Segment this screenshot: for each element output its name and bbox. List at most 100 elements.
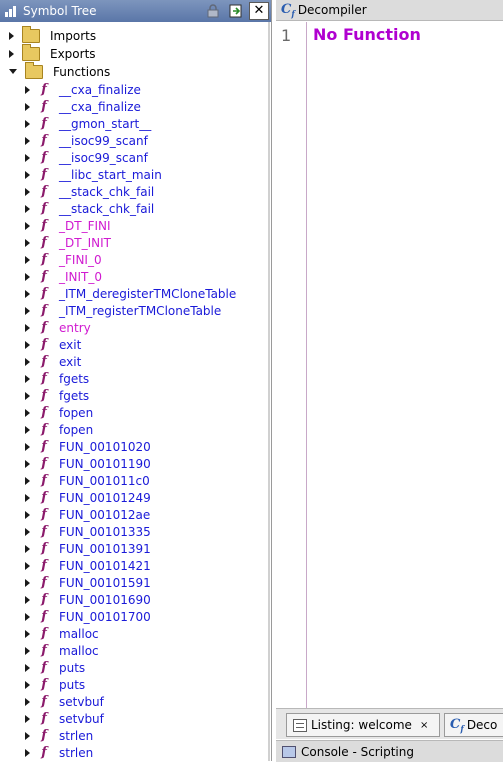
function-item[interactable]: f __stack_chk_fail: [0, 183, 154, 200]
function-item[interactable]: f fopen: [0, 404, 93, 421]
export-icon[interactable]: [226, 2, 246, 20]
collapsed-arrow-icon[interactable]: [25, 187, 30, 196]
expanded-arrow-icon[interactable]: [9, 69, 17, 74]
collapsed-arrow-icon[interactable]: [9, 49, 14, 58]
function-item[interactable]: f _ITM_registerTMCloneTable: [0, 302, 221, 319]
function-item[interactable]: f FUN_00101020: [0, 438, 151, 455]
collapsed-arrow-icon[interactable]: [25, 170, 30, 179]
function-item[interactable]: f fgets: [0, 387, 89, 404]
function-item[interactable]: f strlen: [0, 727, 93, 744]
collapsed-arrow-icon[interactable]: [25, 493, 30, 502]
function-item[interactable]: f _DT_INIT: [0, 234, 111, 251]
tree-category-label: Exports: [50, 46, 96, 61]
collapsed-arrow-icon[interactable]: [25, 561, 30, 570]
function-item[interactable]: f FUN_00101591: [0, 574, 151, 591]
collapsed-arrow-icon[interactable]: [25, 255, 30, 264]
lock-icon[interactable]: [203, 2, 223, 20]
collapsed-arrow-icon[interactable]: [25, 391, 30, 400]
tree-category-imports[interactable]: Imports: [0, 25, 96, 44]
function-item[interactable]: f __cxa_finalize: [0, 98, 141, 115]
function-label: _FINI_0: [59, 252, 102, 267]
collapsed-arrow-icon[interactable]: [25, 357, 30, 366]
collapsed-arrow-icon[interactable]: [25, 425, 30, 434]
function-item[interactable]: f strlen: [0, 744, 93, 761]
tab-decompiler[interactable]: Cf Deco: [444, 713, 503, 737]
collapsed-arrow-icon[interactable]: [25, 408, 30, 417]
collapsed-arrow-icon[interactable]: [25, 374, 30, 383]
tree-category-functions[interactable]: Functions: [0, 61, 110, 80]
function-item[interactable]: f _FINI_0: [0, 251, 102, 268]
function-item[interactable]: f fgets: [0, 370, 89, 387]
collapsed-arrow-icon[interactable]: [9, 31, 14, 40]
function-item[interactable]: f FUN_00101391: [0, 540, 151, 557]
collapsed-arrow-icon[interactable]: [25, 119, 30, 128]
function-item[interactable]: f fopen: [0, 421, 93, 438]
tab-close-icon[interactable]: ×: [420, 720, 428, 731]
function-item[interactable]: f FUN_00101335: [0, 523, 151, 540]
function-item[interactable]: f FUN_001011c0: [0, 472, 150, 489]
collapsed-arrow-icon[interactable]: [25, 578, 30, 587]
collapsed-arrow-icon[interactable]: [25, 102, 30, 111]
collapsed-arrow-icon[interactable]: [25, 748, 30, 757]
collapsed-arrow-icon[interactable]: [25, 289, 30, 298]
collapsed-arrow-icon[interactable]: [25, 306, 30, 315]
collapsed-arrow-icon[interactable]: [25, 136, 30, 145]
collapsed-arrow-icon[interactable]: [25, 85, 30, 94]
function-item[interactable]: f exit: [0, 336, 81, 353]
collapsed-arrow-icon[interactable]: [25, 595, 30, 604]
function-item[interactable]: f FUN_00101690: [0, 591, 151, 608]
function-item[interactable]: f _DT_FINI: [0, 217, 111, 234]
function-label: puts: [59, 660, 86, 675]
collapsed-arrow-icon[interactable]: [25, 204, 30, 213]
thunk-function-icon: f: [41, 184, 47, 199]
collapsed-arrow-icon[interactable]: [25, 697, 30, 706]
tree-category-exports[interactable]: Exports: [0, 43, 96, 62]
collapsed-arrow-icon[interactable]: [25, 510, 30, 519]
function-item[interactable]: f setvbuf: [0, 710, 104, 727]
collapsed-arrow-icon[interactable]: [25, 527, 30, 536]
collapsed-arrow-icon[interactable]: [25, 476, 30, 485]
collapsed-arrow-icon[interactable]: [25, 221, 30, 230]
function-item[interactable]: f __stack_chk_fail: [0, 200, 154, 217]
collapsed-arrow-icon[interactable]: [25, 238, 30, 247]
collapsed-arrow-icon[interactable]: [25, 714, 30, 723]
function-item[interactable]: f FUN_00101421: [0, 557, 151, 574]
function-icon: f: [41, 575, 47, 590]
collapsed-arrow-icon[interactable]: [25, 612, 30, 621]
function-item[interactable]: f __libc_start_main: [0, 166, 162, 183]
symbol-tree-icon: [5, 5, 19, 17]
function-item[interactable]: f FUN_00101190: [0, 455, 151, 472]
function-item[interactable]: f FUN_00101700: [0, 608, 151, 625]
collapsed-arrow-icon[interactable]: [25, 646, 30, 655]
function-item[interactable]: f __gmon_start__: [0, 115, 151, 132]
collapsed-arrow-icon[interactable]: [25, 629, 30, 638]
function-label: setvbuf: [59, 711, 104, 726]
function-item[interactable]: f malloc: [0, 642, 99, 659]
collapsed-arrow-icon[interactable]: [25, 340, 30, 349]
function-item[interactable]: f setvbuf: [0, 693, 104, 710]
function-item[interactable]: f puts: [0, 676, 85, 693]
function-item[interactable]: f _ITM_deregisterTMCloneTable: [0, 285, 236, 302]
collapsed-arrow-icon[interactable]: [25, 663, 30, 672]
function-item[interactable]: f __cxa_finalize: [0, 81, 141, 98]
tab-listing[interactable]: Listing: welcome ×: [286, 713, 440, 737]
function-item[interactable]: f entry: [0, 319, 91, 336]
function-item[interactable]: f _INIT_0: [0, 268, 102, 285]
function-item[interactable]: f puts: [0, 659, 85, 676]
collapsed-arrow-icon[interactable]: [25, 272, 30, 281]
tree-scrollbar[interactable]: [268, 22, 270, 761]
collapsed-arrow-icon[interactable]: [25, 544, 30, 553]
function-item[interactable]: f __isoc99_scanf: [0, 149, 148, 166]
function-item[interactable]: f FUN_001012ae: [0, 506, 150, 523]
function-item[interactable]: f exit: [0, 353, 81, 370]
function-item[interactable]: f malloc: [0, 625, 99, 642]
collapsed-arrow-icon[interactable]: [25, 680, 30, 689]
collapsed-arrow-icon[interactable]: [25, 323, 30, 332]
close-button[interactable]: ✕: [249, 2, 269, 20]
collapsed-arrow-icon[interactable]: [25, 153, 30, 162]
collapsed-arrow-icon[interactable]: [25, 731, 30, 740]
collapsed-arrow-icon[interactable]: [25, 442, 30, 451]
collapsed-arrow-icon[interactable]: [25, 459, 30, 468]
function-item[interactable]: f __isoc99_scanf: [0, 132, 148, 149]
function-item[interactable]: f FUN_00101249: [0, 489, 151, 506]
